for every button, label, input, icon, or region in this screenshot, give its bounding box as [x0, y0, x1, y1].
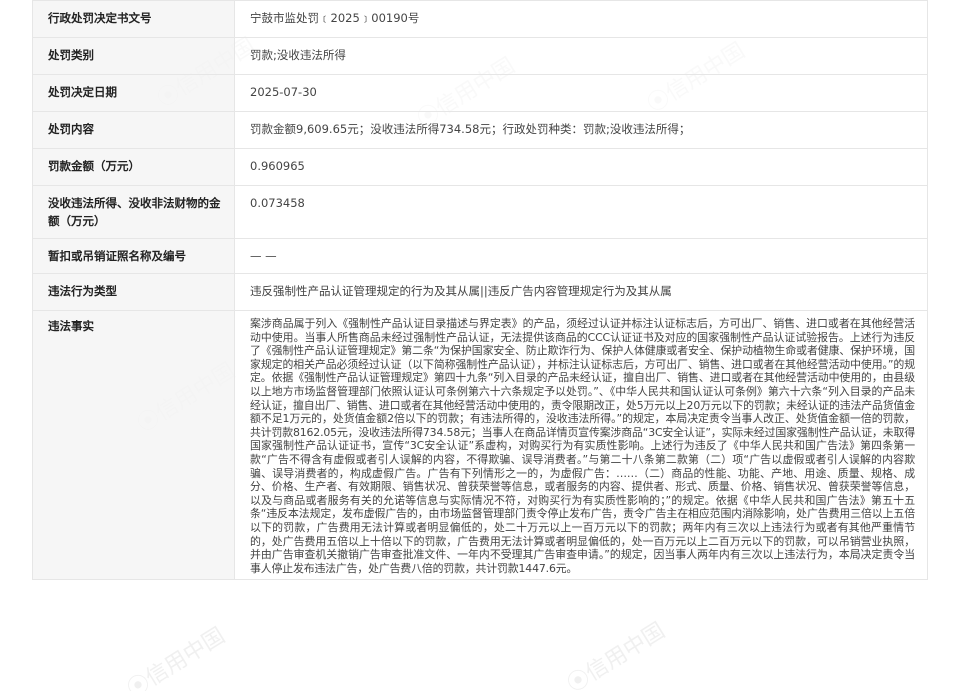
row-value: 0.960965 — [234, 148, 928, 186]
row-label: 行政处罚决定书文号 — [32, 0, 235, 38]
row-value: 2025-07-30 — [234, 74, 928, 112]
row-label: 罚款金额（万元） — [32, 148, 235, 186]
table-row: 违法行为类型 违反强制性产品认证管理规定的行为及其从属||违反广告内容管理规定行… — [32, 273, 928, 311]
row-value: 罚款金额9,609.65元；没收违法所得734.58元；行政处罚种类：罚款;没收… — [234, 111, 928, 149]
watermark: ⦿信用中国 — [563, 618, 670, 691]
table-row: 没收违法所得、没收非法财物的金额（万元） 0.073458 — [32, 185, 928, 239]
table-row: 罚款金额（万元） 0.960965 — [32, 148, 928, 186]
table-row: 暂扣或吊销证照名称及编号 — — — [32, 238, 928, 274]
row-label: 违法事实 — [32, 309, 235, 581]
row-value: 宁鼓市监处罚﹝2025﹞00190号 — [234, 0, 928, 38]
row-label: 暂扣或吊销证照名称及编号 — [32, 238, 235, 274]
row-label: 处罚类别 — [32, 37, 235, 75]
row-label: 没收违法所得、没收非法财物的金额（万元） — [32, 185, 235, 239]
row-value: — — — [234, 238, 928, 274]
row-value: 案涉商品属于列入《强制性产品认证目录描述与界定表》的产品，须经过认证并标注认证标… — [234, 309, 928, 581]
table-row: 行政处罚决定书文号 宁鼓市监处罚﹝2025﹞00190号 — [32, 0, 928, 38]
table-row: 违法事实 案涉商品属于列入《强制性产品认证目录描述与界定表》的产品，须经过认证并… — [32, 309, 928, 581]
table-row: 处罚内容 罚款金额9,609.65元；没收违法所得734.58元；行政处罚种类：… — [32, 111, 928, 149]
table-row: 处罚决定日期 2025-07-30 — [32, 74, 928, 112]
row-value: 罚款;没收违法所得 — [234, 37, 928, 75]
watermark: ⦿信用中国 — [123, 623, 230, 691]
row-label: 处罚内容 — [32, 111, 235, 149]
row-value: 0.073458 — [234, 185, 928, 239]
row-label: 违法行为类型 — [32, 273, 235, 311]
page: ⦿信用中国 ⦿信用中国 ⦿信用中国 ⦿信用中国 ⦿信用中国 ⦿信用中国 ⦿信用中… — [0, 0, 960, 691]
row-label: 处罚决定日期 — [32, 74, 235, 112]
penalty-info-table: 行政处罚决定书文号 宁鼓市监处罚﹝2025﹞00190号 处罚类别 罚款;没收违… — [32, 0, 928, 581]
row-value: 违反强制性产品认证管理规定的行为及其从属||违反广告内容管理规定行为及其从属 — [234, 273, 928, 311]
table-row: 处罚类别 罚款;没收违法所得 — [32, 37, 928, 75]
